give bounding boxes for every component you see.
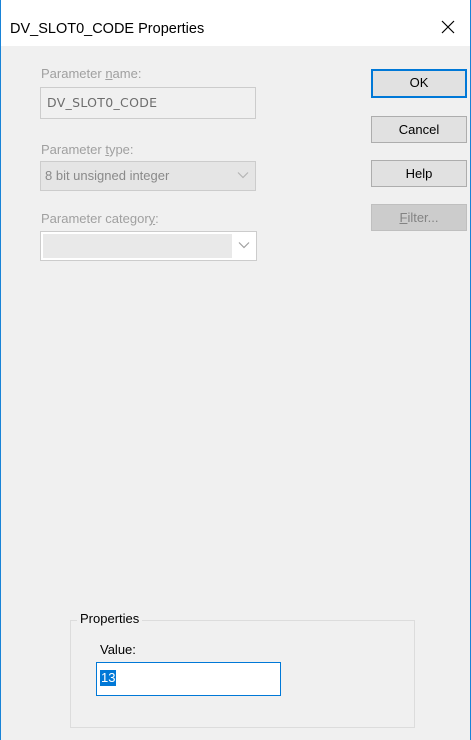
parameter-type-select: 8 bit unsigned integer — [40, 161, 256, 191]
close-button[interactable] — [428, 10, 468, 44]
cancel-button[interactable]: Cancel — [371, 116, 467, 143]
parameter-type-label: Parameter type: — [41, 142, 134, 157]
value-input[interactable]: 13 — [96, 662, 281, 696]
parameter-name-label: Parameter name: — [41, 66, 142, 81]
properties-dialog: DV_SLOT0_CODE Properties Parameter name:… — [0, 0, 471, 740]
parameter-name-field: DV_SLOT0_CODE — [40, 87, 256, 119]
chevron-down-icon — [238, 242, 250, 249]
title-bar[interactable]: DV_SLOT0_CODE Properties — [1, 0, 470, 46]
parameter-category-select — [40, 231, 257, 261]
close-icon — [441, 20, 455, 34]
chevron-down-icon — [237, 172, 249, 179]
parameter-category-label: Parameter category: — [41, 211, 159, 226]
parameter-category-value — [43, 234, 232, 258]
help-button[interactable]: Help — [371, 160, 467, 187]
window-title: DV_SLOT0_CODE Properties — [10, 21, 205, 37]
properties-group-title: Properties — [77, 611, 143, 627]
value-text: 13 — [100, 670, 117, 686]
filter-button[interactable]: Filter... — [371, 204, 467, 231]
value-label: Value: — [100, 642, 136, 657]
parameter-type-value: 8 bit unsigned integer — [45, 168, 170, 183]
ok-button[interactable]: OK — [371, 69, 467, 98]
